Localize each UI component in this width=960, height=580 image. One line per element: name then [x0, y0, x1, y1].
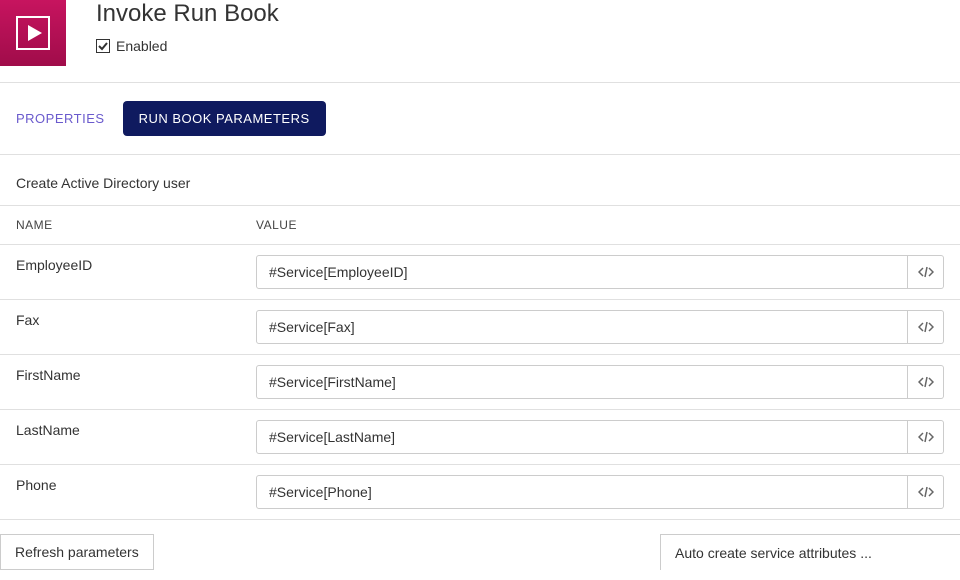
parameter-row: FirstName [0, 355, 960, 410]
parameter-value-input[interactable] [256, 475, 908, 509]
parameter-value-input[interactable] [256, 365, 908, 399]
parameter-value-input[interactable] [256, 255, 908, 289]
header-text: Invoke Run Book Enabled [66, 0, 279, 54]
parameter-name: FirstName [16, 365, 256, 383]
column-value-header: VALUE [256, 218, 944, 232]
parameter-name: Phone [16, 475, 256, 493]
parameter-value-input[interactable] [256, 420, 908, 454]
tab-run-book-parameters[interactable]: RUN BOOK PARAMETERS [123, 101, 326, 136]
parameter-input-group [256, 475, 944, 509]
parameter-name: EmployeeID [16, 255, 256, 273]
tab-properties[interactable]: PROPERTIES [16, 111, 105, 126]
table-header: NAME VALUE [0, 206, 960, 245]
parameter-value-input[interactable] [256, 310, 908, 344]
parameter-input-group [256, 365, 944, 399]
runbook-icon [0, 0, 66, 66]
parameter-name: Fax [16, 310, 256, 328]
parameter-row: Fax [0, 300, 960, 355]
refresh-parameters-button[interactable]: Refresh parameters [0, 534, 154, 570]
parameter-name: LastName [16, 420, 256, 438]
code-icon[interactable] [908, 310, 944, 344]
code-icon[interactable] [908, 420, 944, 454]
footer: Refresh parameters Auto create service a… [0, 520, 960, 570]
page-title: Invoke Run Book [96, 0, 279, 28]
parameter-row: EmployeeID [0, 245, 960, 300]
enabled-label: Enabled [116, 38, 167, 54]
code-icon[interactable] [908, 365, 944, 399]
tab-bar: PROPERTIES RUN BOOK PARAMETERS [0, 82, 960, 155]
enabled-checkbox[interactable] [96, 39, 110, 53]
runbook-name: Create Active Directory user [0, 155, 960, 206]
parameter-input-group [256, 420, 944, 454]
parameter-input-group [256, 310, 944, 344]
header: Invoke Run Book Enabled [0, 0, 960, 82]
auto-create-attributes-button[interactable]: Auto create service attributes ... [660, 534, 960, 570]
parameter-row: LastName [0, 410, 960, 465]
parameter-input-group [256, 255, 944, 289]
code-icon[interactable] [908, 475, 944, 509]
parameter-row: Phone [0, 465, 960, 520]
enabled-row: Enabled [96, 38, 279, 54]
parameter-list: EmployeeID Fax FirstName LastName Phone [0, 245, 960, 520]
column-name-header: NAME [16, 218, 256, 232]
code-icon[interactable] [908, 255, 944, 289]
